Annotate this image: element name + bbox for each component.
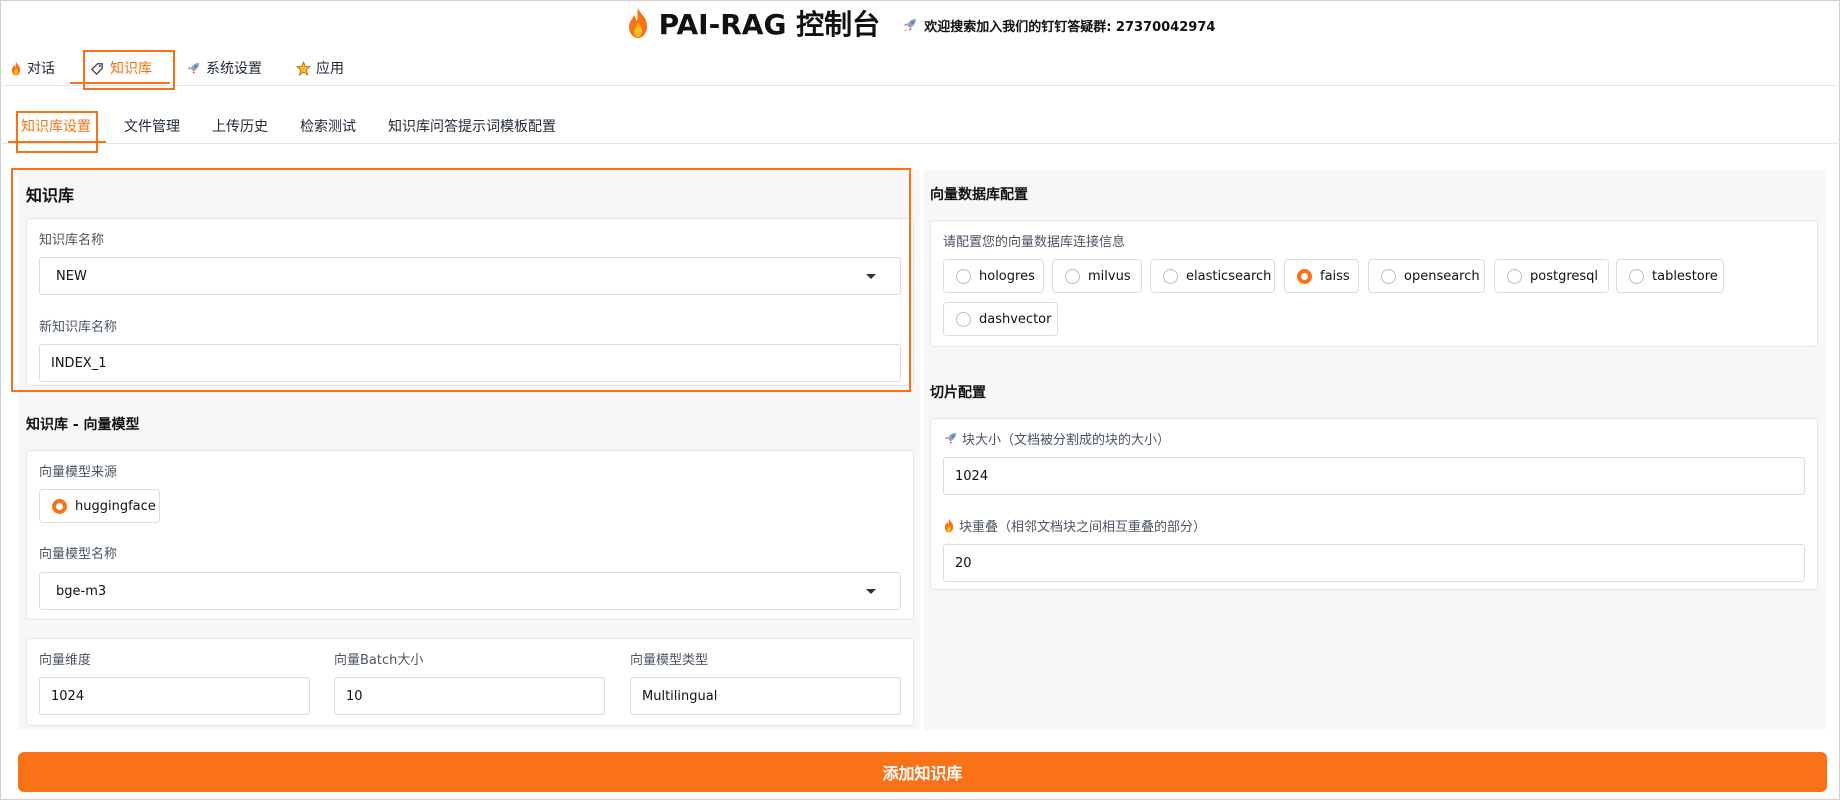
embedding-type-label: 向量模型类型: [630, 653, 709, 668]
chunk-overlap-value: 20: [955, 555, 972, 571]
tab-system-settings[interactable]: 系统设置: [186, 54, 262, 82]
radio-dot: [1629, 268, 1644, 284]
kb-new-name-input[interactable]: INDEX_1: [39, 344, 901, 382]
chunk-overlap-label-row: 块重叠（相邻文档块之间相互重叠的部分）: [943, 516, 1206, 535]
fire-icon: [628, 8, 647, 38]
chunk-size-label: 块大小（文档被分割成的块的大小）: [962, 433, 1171, 448]
tab-apps[interactable]: 应用: [296, 54, 344, 82]
tag-icon: [90, 62, 103, 75]
vector-db-option-postgresql[interactable]: postgresql: [1494, 259, 1609, 293]
radio-dot: [52, 498, 67, 514]
tab-chat[interactable]: 对话: [10, 54, 55, 82]
vector-db-option-hologres[interactable]: hologres: [943, 259, 1044, 293]
vector-db-option-label: milvus: [1088, 268, 1131, 284]
chunk-size-input[interactable]: 1024: [943, 457, 1805, 495]
subtab-retrieval-test[interactable]: 检索测试: [300, 116, 356, 136]
fire-icon: [944, 518, 954, 533]
chunk-section-title: 切片配置: [930, 385, 986, 401]
vector-db-option-label: faiss: [1320, 268, 1350, 284]
vector-db-option-faiss[interactable]: faiss: [1284, 259, 1359, 293]
sub-tabs: 知识库设置 文件管理 上传历史 检索测试 知识库问答提示词模板配置: [0, 110, 1840, 144]
embedding-source-huggingface[interactable]: huggingface: [39, 489, 160, 523]
kb-new-name-value: INDEX_1: [51, 355, 107, 371]
fire-icon: [11, 61, 21, 75]
embedding-dim-label: 向量维度: [39, 653, 92, 668]
rocket-icon: [944, 432, 957, 445]
chevron-down-icon: [866, 589, 876, 594]
tab-chat-label: 对话: [27, 61, 55, 77]
kb-name-label: 知识库名称: [39, 233, 105, 248]
rocket-icon: [187, 62, 200, 74]
vector-db-option-label: postgresql: [1530, 268, 1599, 284]
vector-db-option-label: hologres: [979, 268, 1035, 284]
kb-name-value: NEW: [56, 268, 87, 284]
vector-db-option-elasticsearch[interactable]: elasticsearch: [1150, 259, 1275, 293]
radio-dot: [1507, 268, 1522, 284]
vector-db-option-tablestore[interactable]: tablestore: [1616, 259, 1724, 293]
page-title-text: PAI-RAG 控制台: [658, 8, 881, 41]
tab-system-settings-label: 系统设置: [206, 61, 262, 77]
tab-knowledge-base[interactable]: 知识库: [90, 54, 152, 82]
rocket-icon: [904, 19, 917, 31]
notice-text: 欢迎搜索加入我们的钉钉答疑群: 27370042974: [924, 19, 1216, 35]
top-tabs: 对话 知识库 系统设置 应用: [0, 48, 1840, 86]
embedding-source-label: 向量模型来源: [39, 465, 118, 480]
vector-db-option-label: dashvector: [979, 311, 1052, 327]
vector-db-section-title: 向量数据库配置: [930, 187, 1028, 203]
kb-new-name-label: 新知识库名称: [39, 320, 118, 335]
add-knowledge-base-button[interactable]: 添加知识库: [18, 752, 1827, 792]
chunk-overlap-label: 块重叠（相邻文档块之间相互重叠的部分）: [959, 520, 1207, 535]
vector-db-option-label: opensearch: [1404, 268, 1480, 284]
star-icon: [296, 60, 311, 76]
chevron-down-icon: [866, 274, 876, 279]
embedding-model-value: bge-m3: [56, 583, 107, 599]
vector-db-option-label: tablestore: [1652, 268, 1718, 284]
chunk-size-label-row: 块大小（文档被分割成的块的大小）: [943, 429, 1170, 448]
vector-db-option-label: elasticsearch: [1186, 268, 1272, 284]
embedding-batch-label: 向量Batch大小: [334, 653, 424, 668]
chunk-overlap-input[interactable]: 20: [943, 544, 1805, 582]
embedding-type-value: Multilingual: [642, 688, 718, 704]
radio-dot: [1065, 268, 1080, 284]
header: PAI-RAG 控制台 欢迎搜索加入我们的钉钉答疑群: 27370042974: [0, 0, 1840, 46]
radio-dot: [1163, 268, 1178, 284]
embedding-model-name-label: 向量模型名称: [39, 547, 118, 562]
page-title: PAI-RAG 控制台: [625, 3, 881, 43]
radio-dot: [1297, 268, 1312, 284]
subtab-kb-settings[interactable]: 知识库设置: [21, 116, 91, 136]
active-subtab-indicator: [8, 141, 106, 143]
tab-knowledge-base-label: 知识库: [110, 61, 152, 77]
subtab-prompt-template[interactable]: 知识库问答提示词模板配置: [388, 116, 556, 136]
embedding-type-input[interactable]: Multilingual: [630, 677, 901, 715]
vector-db-option-opensearch[interactable]: opensearch: [1368, 259, 1485, 293]
embedding-source-option: huggingface: [75, 498, 156, 514]
radio-dot: [956, 311, 971, 327]
embedding-batch-value: 10: [346, 688, 363, 704]
vector-db-option-dashvector[interactable]: dashvector: [943, 302, 1058, 336]
embedding-batch-input[interactable]: 10: [334, 677, 605, 715]
vector-db-hint: 请配置您的向量数据库连接信息: [943, 235, 1126, 250]
kb-name-select[interactable]: NEW: [39, 257, 901, 295]
kb-section-title: 知识库: [26, 186, 75, 205]
notice: 欢迎搜索加入我们的钉钉答疑群: 27370042974: [902, 16, 1215, 35]
embedding-model-select[interactable]: bge-m3: [39, 572, 901, 610]
embedding-section-title: 知识库 - 向量模型: [26, 417, 140, 433]
subtab-upload-history[interactable]: 上传历史: [212, 116, 268, 136]
radio-dot: [956, 268, 971, 284]
active-tab-indicator: [70, 82, 170, 84]
embedding-dim-input[interactable]: 1024: [39, 677, 310, 715]
radio-dot: [1381, 268, 1396, 284]
subtab-file-management[interactable]: 文件管理: [124, 116, 180, 136]
tab-apps-label: 应用: [316, 61, 344, 77]
chunk-size-value: 1024: [955, 468, 989, 484]
embedding-dim-value: 1024: [51, 688, 85, 704]
vector-db-option-milvus[interactable]: milvus: [1052, 259, 1142, 293]
